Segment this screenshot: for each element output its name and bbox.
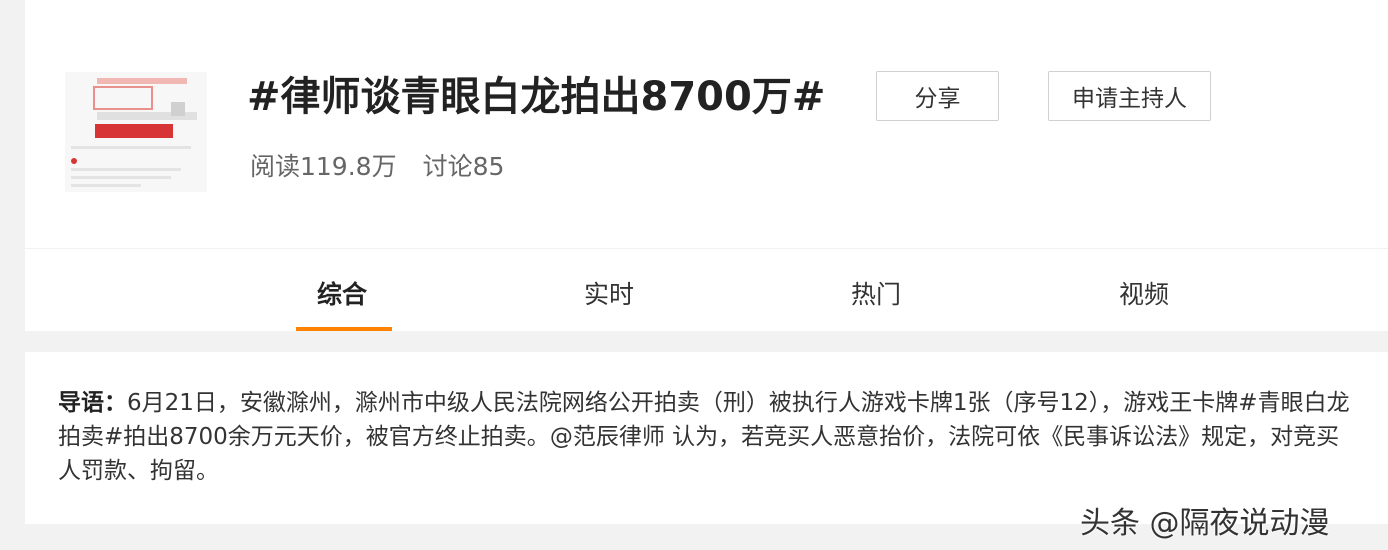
active-tab-indicator	[296, 327, 392, 331]
discussion-count: 讨论85	[422, 152, 505, 181]
thumbnail-decoration	[93, 86, 153, 110]
thumbnail-decoration	[71, 184, 141, 187]
tab-bar: 综合 实时 热门 视频	[25, 249, 1388, 331]
thumbnail-decoration	[71, 168, 181, 171]
intro-paragraph: 导语：6月21日，安徽滁州，滁州市中级人民法院网络公开拍卖（刑）被执行人游戏卡牌…	[58, 386, 1358, 488]
read-count: 阅读119.8万	[250, 152, 397, 181]
thumbnail-decoration	[71, 158, 77, 164]
thumbnail-decoration	[71, 176, 171, 179]
topic-header-card: #律师谈青眼白龙拍出8700万# 分享 申请主持人 阅读119.8万 讨论85	[25, 0, 1388, 248]
intro-label: 导语：	[58, 390, 127, 416]
apply-host-button[interactable]: 申请主持人	[1048, 71, 1211, 121]
tab-comprehensive[interactable]: 综合	[317, 275, 367, 311]
thumbnail-decoration	[97, 78, 187, 84]
thumbnail-decoration	[95, 124, 173, 138]
topic-stats: 阅读119.8万 讨论85	[250, 147, 504, 183]
share-button[interactable]: 分享	[876, 71, 999, 121]
watermark: 头条 @隔夜说动漫	[1080, 506, 1330, 541]
thumbnail-decoration	[171, 102, 185, 116]
tab-hot[interactable]: 热门	[851, 275, 901, 311]
topic-title: #律师谈青眼白龙拍出8700万#	[247, 74, 826, 120]
thumbnail-decoration	[71, 146, 191, 149]
user-mention-link[interactable]: @范辰律师	[550, 424, 665, 450]
tab-realtime[interactable]: 实时	[584, 275, 634, 311]
topic-thumbnail[interactable]	[65, 72, 207, 192]
tab-video[interactable]: 视频	[1119, 275, 1169, 311]
